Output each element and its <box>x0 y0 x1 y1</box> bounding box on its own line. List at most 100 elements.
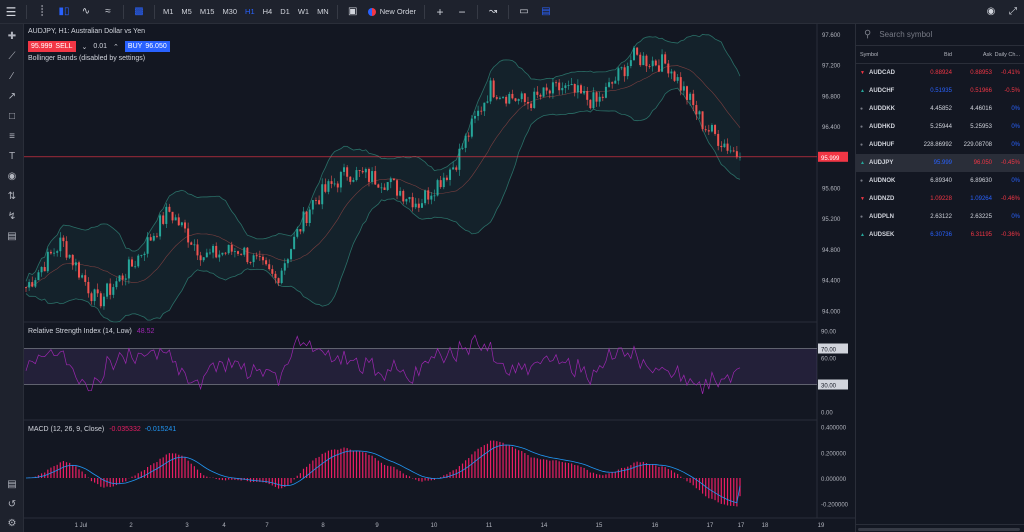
rsi-band <box>24 348 817 385</box>
menu-icon[interactable]: ☰ <box>0 0 22 24</box>
watchlist-row[interactable]: ● AUDHKD 5.25944 5.25953 0% <box>856 118 1024 136</box>
candle-body <box>87 281 90 294</box>
objects-tree-icon[interactable]: ▤ <box>0 226 24 246</box>
daily-change: 0% <box>1011 214 1020 220</box>
candle-body <box>118 275 121 282</box>
timeframe-d1[interactable]: D1 <box>276 0 294 24</box>
candle-chart-type-icon[interactable]: ▮▯ <box>53 0 75 24</box>
ray-icon[interactable]: ↗ <box>0 86 24 106</box>
candle-body <box>127 259 130 279</box>
watchlist-row[interactable]: ▲ AUDJPY 95.999 96.050 -0.45% <box>856 154 1024 172</box>
symbol-search[interactable]: ⚲ <box>856 24 1024 46</box>
date-axis-label: 19 <box>818 523 825 529</box>
eye-icon[interactable]: ◉ <box>0 166 24 186</box>
symbol-name: AUDDKK <box>869 106 895 112</box>
bar-chart-type-icon[interactable]: ┊ <box>31 0 53 24</box>
new-order-button[interactable]: New Order <box>364 0 420 24</box>
candle-body <box>121 275 124 280</box>
area-chart-type-icon[interactable]: ≈ <box>97 0 119 24</box>
timeframe-mn[interactable]: MN <box>313 0 333 24</box>
watchlist-row[interactable]: ▼ AUDCAD 0.88924 0.88953 -0.41% <box>856 64 1024 82</box>
dot-icon: ● <box>860 106 864 112</box>
chevron-down-icon[interactable]: ⌄ <box>82 43 88 51</box>
candle-body <box>208 252 211 254</box>
timeframe-m1[interactable]: M1 <box>159 0 177 24</box>
col-header-symbol[interactable]: Symbol <box>856 52 908 58</box>
crosshair-icon[interactable]: ✚ <box>0 26 24 46</box>
candle-body <box>243 247 246 255</box>
bid-price: 6.30736 <box>930 232 952 238</box>
candle-body <box>261 256 264 261</box>
chevron-up-icon[interactable]: ⌃ <box>113 43 119 51</box>
horizontal-scrollbar[interactable] <box>856 524 1024 532</box>
text-tool-icon[interactable]: T <box>0 146 24 166</box>
candle-body <box>458 148 461 170</box>
line-chart-type-icon[interactable]: ∿ <box>75 0 97 24</box>
buy-button[interactable]: BUY 96.050 <box>124 41 170 52</box>
candle-body <box>374 171 377 185</box>
current-price-label: 95.999 <box>821 156 840 162</box>
watchlist-row[interactable]: ● AUDDKK 4.45852 4.46016 0% <box>856 100 1024 118</box>
dot-icon: ● <box>860 142 864 148</box>
parallel-lines-icon[interactable]: ∕ <box>0 66 24 86</box>
watchlist-row[interactable]: ▼ AUDNZD 1.09228 1.09264 -0.46% <box>856 190 1024 208</box>
timeframe-m30[interactable]: M30 <box>218 0 241 24</box>
col-header-bid[interactable]: Bid <box>908 52 952 58</box>
connections-icon[interactable]: ↯ <box>0 206 24 226</box>
watchlist-row[interactable]: ● AUDNOK 6.89340 6.89630 0% <box>856 172 1024 190</box>
ask-price: 6.89630 <box>970 178 992 184</box>
camera-icon[interactable]: ◉ <box>980 0 1002 24</box>
candle-body <box>90 293 93 302</box>
candle-body <box>505 96 508 104</box>
candle-body <box>134 266 137 268</box>
candle-body <box>193 244 196 246</box>
zoom-out-icon[interactable]: − <box>451 0 473 24</box>
chart-area[interactable]: 97.60097.20096.80096.40096.00095.60095.2… <box>24 24 855 532</box>
candle-body <box>168 206 171 212</box>
quantity-value: 0.01 <box>93 43 108 50</box>
fibonacci-icon[interactable]: ≡ <box>0 126 24 146</box>
candle-body <box>343 167 346 172</box>
fullscreen-icon[interactable]: ⤢ <box>1002 0 1024 24</box>
sell-price: 95.999 <box>31 43 53 50</box>
settings-icon[interactable]: ⚙ <box>0 513 24 532</box>
candle-body <box>74 262 77 266</box>
measure-icon[interactable]: ⇅ <box>0 186 24 206</box>
notes-icon[interactable]: ▤ <box>535 0 557 24</box>
quantity-stepper[interactable]: ⌄ 0.01 ⌃ <box>78 43 123 51</box>
screenshot-icon[interactable]: ▣ <box>342 0 364 24</box>
chart-canvas[interactable]: 97.60097.20096.80096.40096.00095.60095.2… <box>24 24 855 532</box>
trend-indicator-icon[interactable]: ↝ <box>482 0 504 24</box>
row-symbol: ● AUDHKD <box>856 124 908 130</box>
trading-panel-icon[interactable]: ▤ <box>0 474 24 494</box>
indicators-icon[interactable]: ▩ <box>128 0 150 24</box>
candle-body <box>523 93 526 103</box>
watchlist-row[interactable]: ▲ AUDSEK 6.30736 6.31195 -0.36% <box>856 226 1024 244</box>
timeframe-m15[interactable]: M15 <box>196 0 219 24</box>
candle-body <box>664 54 667 64</box>
timeframe-h4[interactable]: H4 <box>259 0 277 24</box>
watchlist-row[interactable]: ● AUDPLN 2.63122 2.63225 0% <box>856 208 1024 226</box>
history-icon[interactable]: ↺ <box>0 494 24 514</box>
candle-body <box>685 86 688 100</box>
sell-button[interactable]: 95.999 SELL <box>28 41 76 52</box>
timeframe-m5[interactable]: M5 <box>177 0 195 24</box>
scrollbar-thumb[interactable] <box>858 528 1020 531</box>
zoom-in-icon[interactable]: + <box>429 0 451 24</box>
candle-body <box>620 67 623 69</box>
candle-body <box>180 222 183 226</box>
col-header-ask[interactable]: Ask <box>952 52 992 58</box>
rectangle-tool-icon[interactable]: □ <box>0 106 24 126</box>
search-input[interactable] <box>879 30 1000 39</box>
layout-icon[interactable]: ▭ <box>513 0 535 24</box>
timeframe-w1[interactable]: W1 <box>294 0 313 24</box>
trend-line-icon[interactable]: ⟋ <box>0 46 24 66</box>
symbol-name: AUDJPY <box>869 160 894 166</box>
candle-body <box>155 235 158 237</box>
price-axis-label: 96.400 <box>822 125 841 131</box>
timeframe-h1[interactable]: H1 <box>241 0 259 24</box>
col-header-change[interactable]: Daily Ch... <box>992 52 1023 58</box>
watchlist-row[interactable]: ▲ AUDCHF 0.51935 0.51966 -0.5% <box>856 82 1024 100</box>
watchlist-row[interactable]: ● AUDHUF 228.86992 229.08708 0% <box>856 136 1024 154</box>
candle-body <box>274 273 277 279</box>
